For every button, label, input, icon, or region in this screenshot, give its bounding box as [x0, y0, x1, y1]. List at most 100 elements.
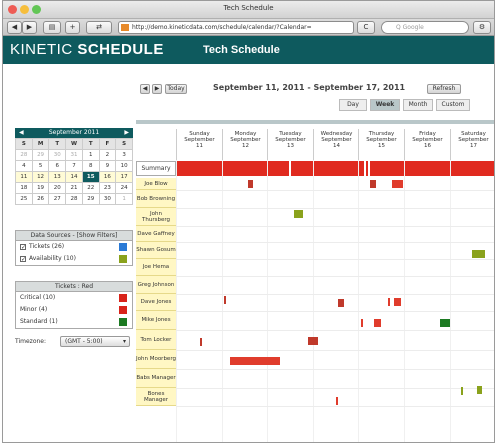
- url-field[interactable]: http://demo.kineticdata.com/schedule/cal…: [118, 21, 354, 34]
- resource-label[interactable]: Greg Johnson: [136, 276, 176, 294]
- calendar-event[interactable]: [394, 298, 401, 306]
- resource-label[interactable]: John Thursberg: [136, 208, 176, 226]
- reader-icon[interactable]: ⇄: [86, 21, 112, 34]
- tab-month[interactable]: Month: [403, 99, 433, 111]
- mini-day-cell[interactable]: 16: [99, 172, 116, 182]
- mini-day-cell[interactable]: 21: [66, 183, 82, 193]
- mini-day-cell[interactable]: 17: [116, 172, 132, 182]
- day-header-num: 13: [287, 143, 294, 149]
- calendar-event[interactable]: [294, 210, 303, 218]
- mini-day-cell[interactable]: 20: [49, 183, 66, 193]
- resource-label[interactable]: Mike Jones: [136, 311, 176, 330]
- data-sources-title[interactable]: Data Sources - [Show Filters]: [16, 231, 132, 241]
- calendar-event[interactable]: [374, 319, 381, 327]
- today-button[interactable]: Today: [165, 84, 187, 94]
- calendar-event[interactable]: [200, 338, 202, 346]
- refresh-button[interactable]: Refresh: [427, 84, 461, 94]
- mini-day-cell[interactable]: 30: [99, 194, 116, 204]
- resource-label[interactable]: Joe Hema: [136, 259, 176, 276]
- resource-label[interactable]: Bones Manager: [136, 388, 176, 406]
- mini-day-cell[interactable]: 30: [49, 150, 66, 160]
- back-button[interactable]: ◀: [7, 21, 22, 34]
- checkbox-icon[interactable]: ✓: [20, 255, 26, 262]
- resource-label[interactable]: Shawn Gosum: [136, 242, 176, 259]
- mini-day-cell[interactable]: 19: [32, 183, 49, 193]
- mini-day-cell[interactable]: 2: [99, 150, 116, 160]
- mini-day-cell[interactable]: 25: [16, 194, 32, 204]
- calendar-event[interactable]: [477, 386, 482, 394]
- calendar-event[interactable]: [338, 299, 344, 307]
- settings-icon[interactable]: ⚙: [473, 21, 491, 34]
- mini-day-cell[interactable]: 29: [82, 194, 99, 204]
- day-header-num: 15: [378, 143, 385, 149]
- resource-label[interactable]: Bob Browning: [136, 190, 176, 208]
- mini-day-cell[interactable]: 12: [32, 172, 49, 182]
- reload-button[interactable]: C: [357, 21, 375, 34]
- search-input[interactable]: Q Google: [381, 21, 469, 34]
- tab-week[interactable]: Week: [370, 99, 400, 111]
- calendar-event[interactable]: [308, 337, 318, 345]
- calendar-event[interactable]: [230, 357, 280, 365]
- legend-minor: Minor (4): [16, 304, 132, 316]
- calendar-event[interactable]: [392, 180, 403, 188]
- calendar-event[interactable]: [361, 319, 363, 327]
- mini-day-cell[interactable]: 29: [32, 150, 49, 160]
- calendar-event[interactable]: [388, 298, 390, 306]
- mini-next-month-icon[interactable]: ▶: [124, 128, 129, 138]
- data-source-tickets[interactable]: ✓ Tickets (26): [16, 241, 132, 253]
- mini-day-cell[interactable]: 18: [16, 183, 32, 193]
- mini-day-cell[interactable]: 22: [82, 183, 99, 193]
- mini-day-cell[interactable]: 13: [49, 172, 66, 182]
- mini-day-cell[interactable]: 8: [82, 161, 99, 171]
- sidebar-icon[interactable]: ▤: [43, 21, 61, 34]
- mini-day-cell[interactable]: 31: [66, 150, 82, 160]
- color-swatch: [119, 255, 127, 263]
- calendar-event[interactable]: [248, 180, 253, 188]
- mini-day-cell[interactable]: 1: [116, 194, 132, 204]
- add-bookmark-button[interactable]: +: [65, 21, 80, 34]
- mini-day-cell[interactable]: 28: [16, 150, 32, 160]
- data-source-availability[interactable]: ✓ Availability (10): [16, 253, 132, 265]
- day-header: Monday September 12: [222, 129, 268, 160]
- forward-button[interactable]: ▶: [22, 21, 37, 34]
- calendar-event[interactable]: [440, 319, 450, 327]
- calendar-event[interactable]: [336, 397, 338, 405]
- mini-day-cell[interactable]: 14: [66, 172, 82, 182]
- mini-day-cell[interactable]: 23: [99, 183, 116, 193]
- mini-day-cell[interactable]: 15: [82, 172, 99, 182]
- mini-day-cell[interactable]: 1: [82, 150, 99, 160]
- timezone-select[interactable]: (GMT - 5:00) ▾: [60, 336, 130, 347]
- summary-bar[interactable]: [176, 161, 494, 176]
- mini-day-cell[interactable]: 5: [32, 161, 49, 171]
- resource-label[interactable]: Tom Locker: [136, 330, 176, 350]
- mini-day-cell[interactable]: 26: [32, 194, 49, 204]
- calendar-event[interactable]: [472, 250, 485, 258]
- calendar-event[interactable]: [224, 296, 226, 304]
- prev-week-button[interactable]: ◀: [140, 84, 150, 94]
- resource-row-line: [176, 330, 494, 331]
- mini-day-cell[interactable]: 28: [66, 194, 82, 204]
- resource-row-line: [176, 311, 494, 312]
- mini-day-cell[interactable]: 24: [116, 183, 132, 193]
- resource-label[interactable]: Joe Blow: [136, 178, 176, 190]
- mini-prev-month-icon[interactable]: ◀: [19, 128, 24, 138]
- checkbox-icon[interactable]: ✓: [20, 243, 26, 250]
- mini-day-cell[interactable]: 4: [16, 161, 32, 171]
- mini-day-cell[interactable]: 3: [116, 150, 132, 160]
- mini-day-cell[interactable]: 6: [49, 161, 66, 171]
- tab-custom[interactable]: Custom: [436, 99, 470, 111]
- tab-day[interactable]: Day: [339, 99, 367, 111]
- resource-label[interactable]: Dave Gaffney: [136, 226, 176, 242]
- mini-day-cell[interactable]: 11: [16, 172, 32, 182]
- mini-day-cell[interactable]: 10: [116, 161, 132, 171]
- mini-day-cell[interactable]: 27: [49, 194, 66, 204]
- calendar-event[interactable]: [370, 180, 376, 188]
- mini-day-cell[interactable]: 7: [66, 161, 82, 171]
- calendar-event[interactable]: [461, 387, 463, 395]
- mini-day-cell[interactable]: 9: [99, 161, 116, 171]
- resource-label[interactable]: John Moorberg: [136, 350, 176, 369]
- resource-label[interactable]: Babs Manager: [136, 369, 176, 388]
- app-logo[interactable]: KINETIC SCHEDULE: [10, 41, 164, 58]
- resource-label[interactable]: Dave Jones: [136, 294, 176, 311]
- next-week-button[interactable]: ▶: [152, 84, 162, 94]
